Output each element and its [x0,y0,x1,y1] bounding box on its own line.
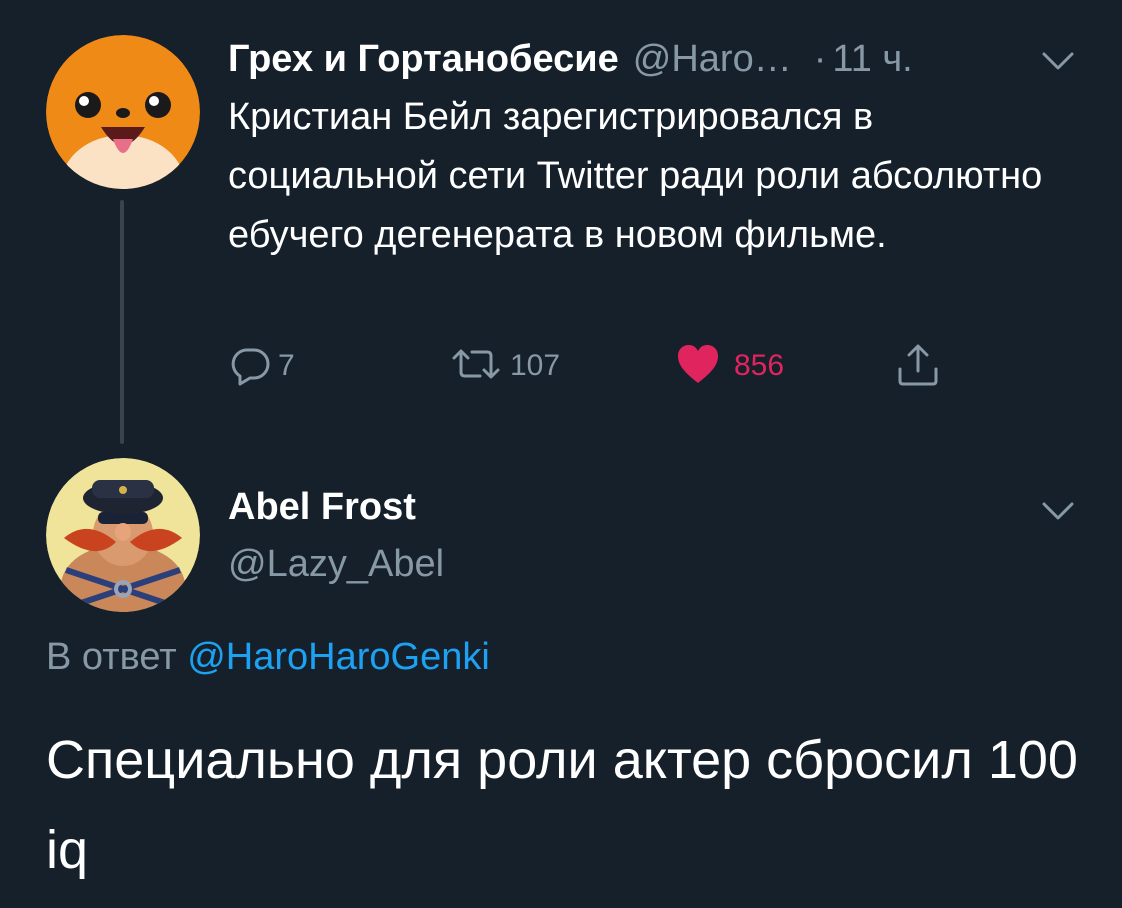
tweet1-author-handle[interactable]: @Haro… [633,38,792,81]
like-button[interactable]: 856 [676,340,784,392]
reply-prefix: В ответ [46,636,177,678]
reply-count: 7 [278,349,295,382]
share-button[interactable] [896,340,940,392]
retweet-icon [448,342,504,391]
tweet2-author-handle[interactable]: @Lazy_Abel [228,543,444,586]
tweet1-author-name[interactable]: Грех и Гортанобесие [228,38,619,81]
share-icon [896,341,940,392]
retweet-button[interactable]: 107 [448,340,560,392]
reply-context: В ответ @HaroHaroGenki [46,636,490,679]
retweet-count: 107 [510,349,561,382]
tweet2-author-name[interactable]: Abel Frost [228,486,416,529]
chevron-down-icon[interactable] [1040,48,1076,74]
tweet1-text: Кристиан Бейл зарегистрировался в социал… [228,96,1043,256]
reply-icon [228,342,272,391]
thread-connector-line [120,200,124,444]
tweet2-text: Специально для роли актер сбросил 100 iq [46,730,1078,880]
like-count: 856 [734,349,785,382]
tweet1-timestamp[interactable]: 11 ч. [832,38,912,81]
reply-mention-link[interactable]: @HaroHaroGenki [187,636,490,678]
tweet1-actions: 7 107 856 [228,340,988,392]
tweet1-separator: · [813,37,827,80]
reply-button[interactable]: 7 [228,340,295,392]
chevron-down-icon[interactable] [1040,498,1076,524]
avatar-tweet2[interactable] [46,458,200,612]
tweet1-header: Грех и Гортанобесие @Haro… · 11 ч. [228,36,913,82]
avatar-tweet1[interactable] [46,35,200,189]
heart-icon [676,343,720,390]
